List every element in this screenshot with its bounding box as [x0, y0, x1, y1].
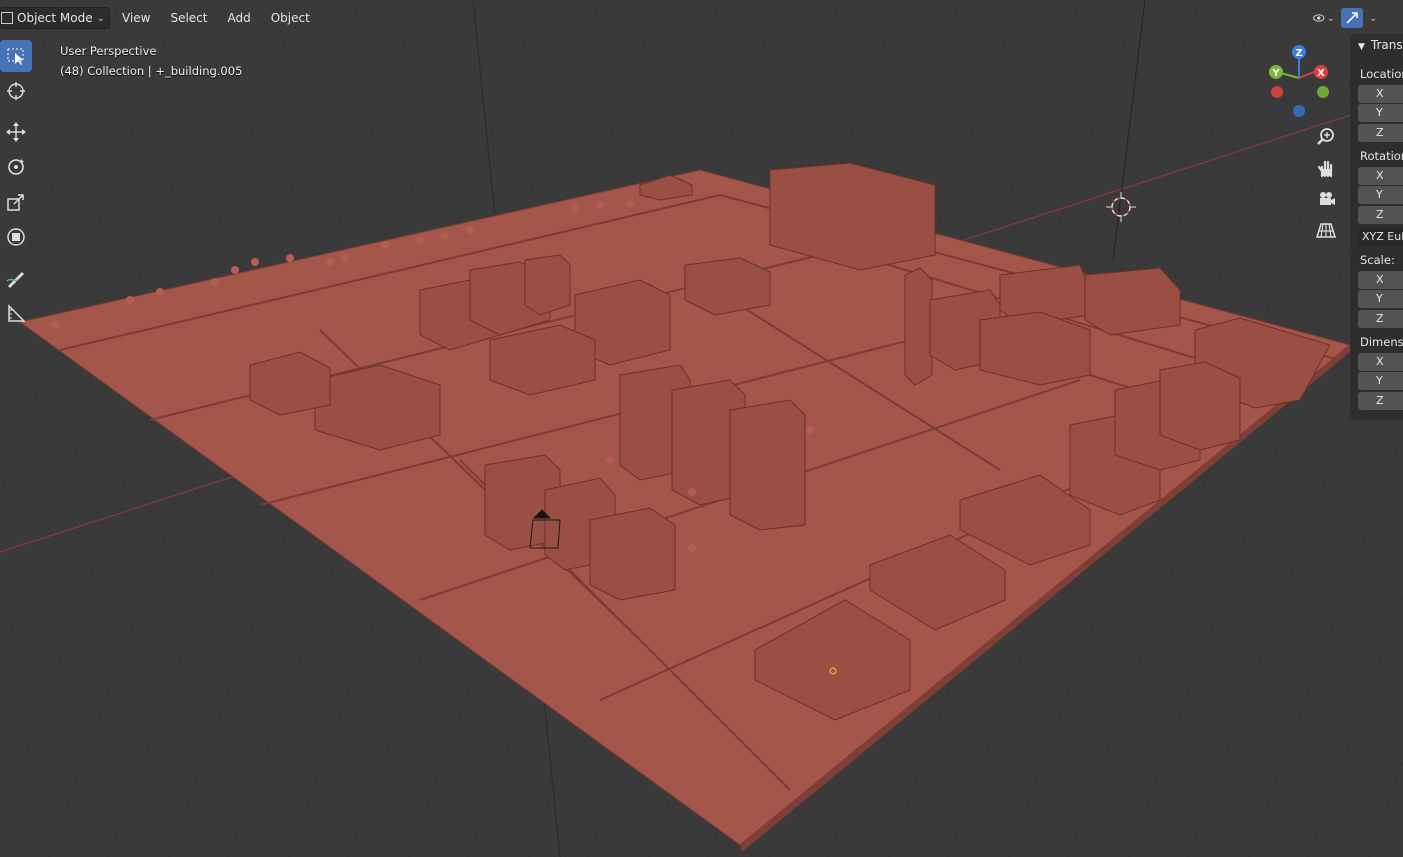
location-label: Location:	[1360, 67, 1403, 81]
scale-x-field[interactable]: X	[1358, 271, 1403, 289]
gizmo-y-label: Y	[1271, 68, 1280, 79]
dimensions-label: Dimensions:	[1360, 335, 1403, 349]
annotate-tool-icon[interactable]	[0, 262, 32, 294]
dimensions-x-field[interactable]: X	[1358, 353, 1403, 371]
3d-viewport[interactable]	[0, 0, 1403, 857]
viewport-header: Object Mode ⌄ View Select Add Object	[0, 0, 1403, 36]
move-tool-icon[interactable]	[0, 116, 32, 148]
scale-z-field[interactable]: Z	[1358, 310, 1403, 328]
menu-add[interactable]: Add	[220, 8, 259, 28]
grid-perspective-icon[interactable]	[1313, 217, 1339, 243]
tool-shelf	[0, 40, 32, 332]
rotation-label: Rotation:	[1360, 149, 1403, 163]
rotate-tool-icon[interactable]	[0, 151, 32, 183]
menu-object[interactable]: Object	[263, 8, 318, 28]
navigation-buttons	[1313, 124, 1339, 248]
dimensions-z-field[interactable]: Z	[1358, 392, 1403, 410]
location-x-field[interactable]: X	[1358, 85, 1403, 103]
chevron-down-icon: ⌄	[96, 12, 105, 24]
view-name: User Perspective	[60, 44, 157, 58]
zoom-icon[interactable]	[1313, 124, 1339, 150]
collapse-triangle-icon: ▼	[1358, 42, 1365, 52]
chevron-down-icon[interactable]: ⌄	[1369, 13, 1377, 24]
header-right-tools: ⌄ ⌄	[1313, 8, 1377, 28]
camera-icon[interactable]	[1313, 186, 1339, 212]
panel-title-label: Transform	[1370, 38, 1403, 52]
measure-tool-icon[interactable]	[0, 297, 32, 329]
panel-title[interactable]: ▼ Transform	[1358, 38, 1403, 52]
rotation-mode-dropdown[interactable]: XYZ Euler	[1358, 228, 1403, 246]
rotation-x-field[interactable]: X	[1358, 167, 1403, 185]
cursor-tool-icon[interactable]	[0, 75, 32, 107]
object-mode-icon	[1, 12, 13, 24]
gizmo-toggle-icon[interactable]	[1341, 8, 1363, 28]
collection-info: (48) Collection | +_building.005	[60, 64, 243, 78]
dimensions-y-field[interactable]: Y	[1358, 372, 1403, 390]
scale-y-field[interactable]: Y	[1358, 290, 1403, 308]
navigation-gizmo[interactable]: Z Y X	[1263, 42, 1335, 122]
visibility-eye-icon[interactable]: ⌄	[1313, 8, 1335, 28]
select-box-icon[interactable]	[0, 40, 32, 72]
transform-panel: ▼ Transform Location: X Y Z Rotation: X Y…	[1350, 34, 1403, 420]
gizmo-x-label: X	[1317, 68, 1325, 79]
location-y-field[interactable]: Y	[1358, 104, 1403, 122]
hand-pan-icon[interactable]	[1313, 155, 1339, 181]
mode-dropdown[interactable]: Object Mode ⌄	[0, 7, 110, 29]
location-z-field[interactable]: Z	[1358, 124, 1403, 142]
scale-tool-icon[interactable]	[0, 186, 32, 218]
scale-label: Scale:	[1360, 253, 1395, 267]
transform-tool-icon[interactable]	[0, 221, 32, 253]
rotation-z-field[interactable]: Z	[1358, 206, 1403, 224]
rotation-y-field[interactable]: Y	[1358, 186, 1403, 204]
menu-view[interactable]: View	[114, 8, 158, 28]
viewport-info: User Perspective (48) Collection | +_bui…	[60, 41, 242, 81]
gizmo-z-label: Z	[1295, 48, 1302, 59]
menu-select[interactable]: Select	[162, 8, 215, 28]
mode-label: Object Mode	[17, 11, 93, 25]
